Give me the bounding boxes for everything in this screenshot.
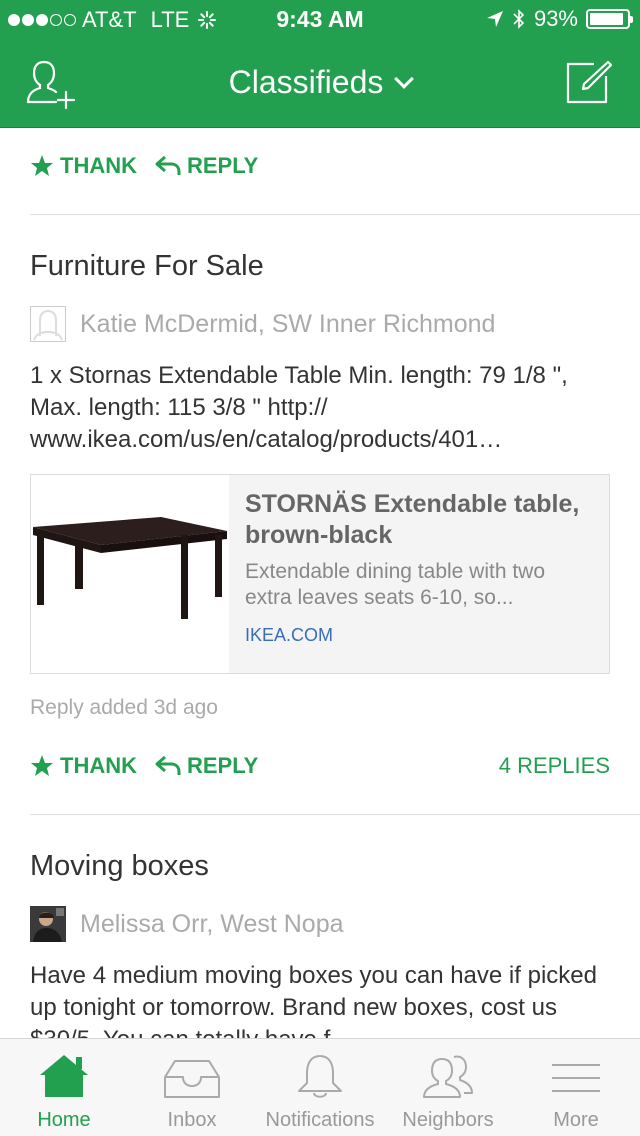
tab-label: Inbox: [167, 1109, 217, 1131]
post-actions: THANK REPLY 4 REPLIES: [30, 746, 610, 786]
thank-label: THANK: [60, 753, 137, 778]
menu-icon: [552, 1064, 600, 1092]
feed: THANK REPLY Furniture For Sale Katie McD…: [0, 128, 640, 1038]
reply-arrow-icon: [155, 155, 181, 175]
chevron-down-icon: [394, 69, 415, 89]
table-product-image: [31, 475, 229, 673]
location-arrow-icon: [486, 11, 503, 27]
tab-home[interactable]: Home: [0, 1039, 128, 1136]
tab-label: Neighbors: [402, 1109, 494, 1131]
reply-timestamp: Reply added 3d ago: [30, 696, 218, 719]
reply-button[interactable]: REPLY: [155, 753, 258, 779]
tab-neighbors[interactable]: Neighbors: [384, 1039, 512, 1136]
link-domain: IKEA.COM: [245, 625, 334, 645]
neighbors-icon: [423, 1055, 473, 1098]
compose-icon[interactable]: [564, 58, 612, 106]
inbox-icon: [164, 1060, 220, 1098]
post-author[interactable]: Melissa Orr, West Nopa: [30, 906, 344, 942]
tab-label: More: [553, 1109, 599, 1131]
post-actions: THANK REPLY: [30, 146, 610, 186]
post-title[interactable]: Moving boxes: [30, 850, 209, 883]
replies-count-link[interactable]: 4 REPLIES: [499, 753, 610, 779]
battery-icon: [586, 9, 633, 29]
tab-label: Notifications: [265, 1109, 375, 1131]
post-body: 1 x Stornas Extendable Table Min. length…: [30, 362, 568, 453]
battery-percent: 93%: [533, 6, 578, 31]
link-preview[interactable]: STORNÄS Extendable table, brown-black Ex…: [30, 474, 610, 674]
reply-label: REPLY: [187, 153, 259, 178]
thank-button[interactable]: THANK: [30, 753, 137, 779]
avatar: [30, 906, 66, 942]
link-title: STORNÄS Extendable table, brown-black: [245, 490, 580, 549]
status-bar: AT&T LTE 9:43 AM 93%: [0, 0, 640, 40]
tab-notifications[interactable]: Notifications: [256, 1039, 384, 1136]
page-title: Classifieds: [228, 64, 384, 100]
post-author[interactable]: Katie McDermid, SW Inner Richmond: [30, 306, 495, 342]
tab-bar: Home Inbox Notifications Neighbors More: [0, 1038, 640, 1136]
nav-bar: Classifieds: [0, 40, 640, 128]
tab-inbox[interactable]: Inbox: [128, 1039, 256, 1136]
bell-icon: [298, 1055, 342, 1098]
star-icon: [31, 155, 53, 176]
thank-label: THANK: [60, 153, 137, 178]
author-name: Katie McDermid, SW Inner Richmond: [80, 309, 496, 338]
post-title[interactable]: Furniture For Sale: [30, 250, 264, 283]
bluetooth-icon: [513, 9, 525, 29]
reply-label: REPLY: [187, 753, 259, 778]
post-body: Have 4 medium moving boxes you can have …: [30, 962, 597, 1038]
divider: [30, 814, 640, 815]
avatar: [30, 306, 66, 342]
tab-label: Home: [37, 1109, 91, 1131]
link-description: Extendable dining table with two extra l…: [245, 560, 546, 609]
reply-button[interactable]: REPLY: [155, 153, 258, 179]
star-icon: [31, 755, 53, 776]
header: AT&T LTE 9:43 AM 93% Classifieds: [0, 0, 640, 128]
divider: [30, 214, 640, 215]
tab-more[interactable]: More: [512, 1039, 640, 1136]
author-name: Melissa Orr, West Nopa: [80, 909, 344, 938]
home-icon: [40, 1055, 88, 1097]
section-dropdown[interactable]: Classifieds: [0, 64, 640, 101]
thank-button[interactable]: THANK: [30, 153, 137, 179]
reply-arrow-icon: [155, 755, 181, 775]
